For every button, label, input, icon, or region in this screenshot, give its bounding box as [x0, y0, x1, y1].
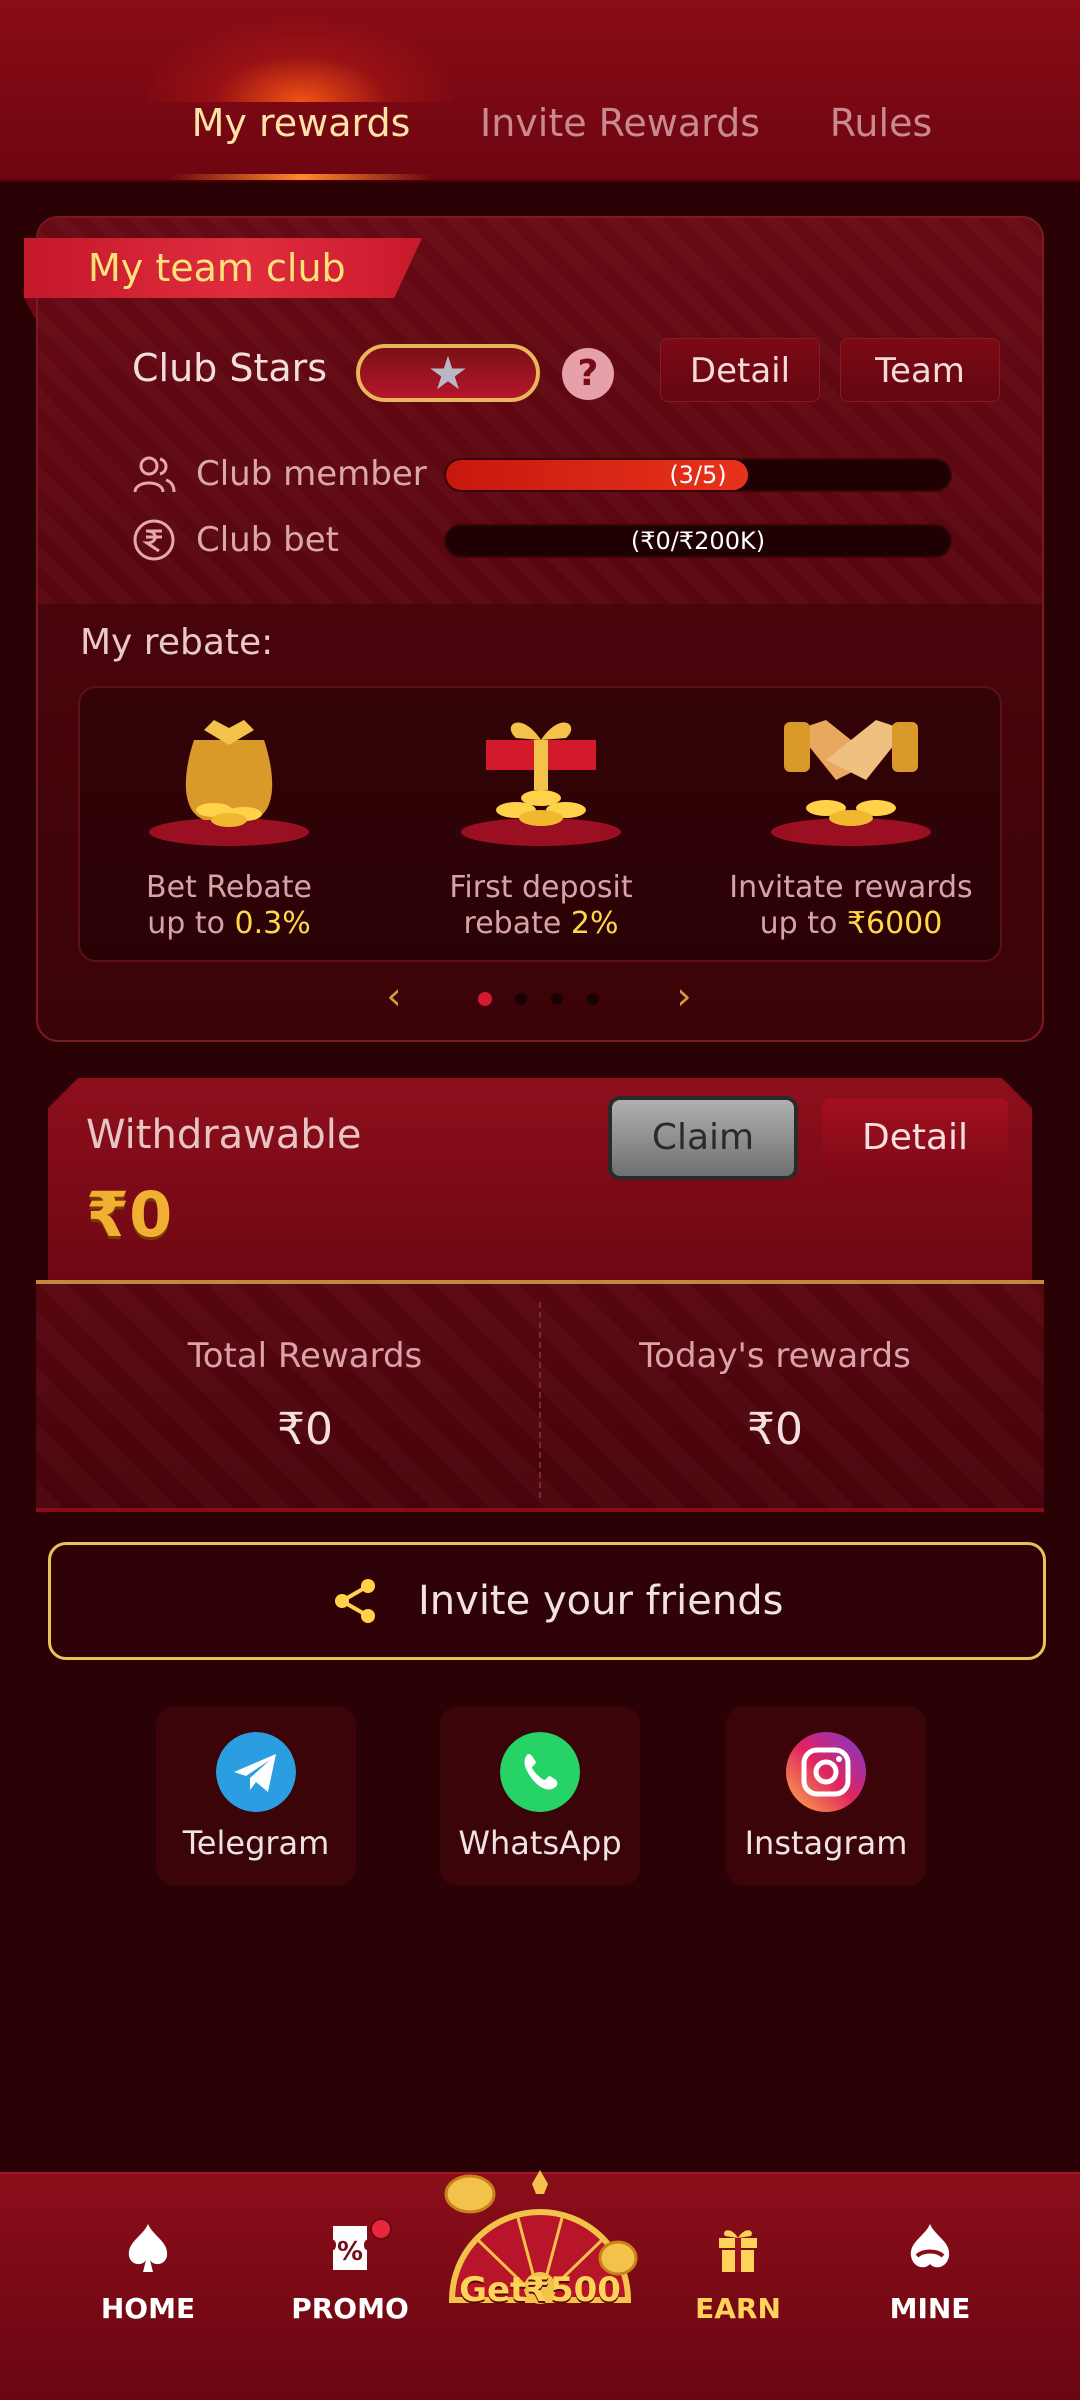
- club-detail-button[interactable]: Detail: [660, 338, 820, 402]
- rebate-text-invite: Invitate rewards up to ₹6000: [729, 870, 973, 941]
- reward-tabs: My rewards Invite Rewards Rules: [0, 80, 1080, 180]
- club-title: My team club: [88, 246, 346, 290]
- withdraw-detail-button[interactable]: Detail: [822, 1098, 1008, 1178]
- carousel-dot-4[interactable]: [586, 992, 600, 1006]
- nav-promo[interactable]: % PROMO: [270, 2220, 430, 2340]
- share-instagram[interactable]: Instagram: [726, 1706, 926, 1886]
- whatsapp-icon: [500, 1732, 580, 1812]
- total-rewards-value: ₹0: [277, 1404, 333, 1455]
- club-team-button[interactable]: Team: [840, 338, 1000, 402]
- instagram-label: Instagram: [744, 1824, 908, 1862]
- club-bet-progress: (₹0/₹200K): [444, 524, 952, 558]
- carousel-dot-2[interactable]: [514, 992, 528, 1006]
- rebate-item-bet[interactable]: Bet Rebate up to 0.3%: [84, 688, 374, 964]
- whatsapp-label: WhatsApp: [458, 1824, 622, 1862]
- club-member-label: Club member: [196, 454, 427, 494]
- todays-rewards-label: Today's rewards: [639, 1336, 911, 1376]
- nav-earn-label: EARN: [695, 2292, 781, 2325]
- claim-button[interactable]: Claim: [608, 1096, 798, 1180]
- wheel-reward-label[interactable]: Get₹500: [444, 2270, 636, 2310]
- carousel-next-arrow[interactable]: ›: [666, 974, 702, 1018]
- club-member-progress: (3/5): [444, 458, 952, 492]
- rupee-icon: [133, 519, 175, 561]
- carousel-prev-arrow[interactable]: ‹: [376, 974, 412, 1018]
- club-banner-fold: [24, 298, 36, 320]
- promo-ticket-icon: %: [333, 2226, 367, 2270]
- promo-notification-dot: [370, 2218, 392, 2240]
- club-bet-progress-text: (₹0/₹200K): [630, 527, 766, 555]
- rebate-item-first-deposit[interactable]: First deposit rebate 2%: [396, 688, 686, 964]
- nav-mine[interactable]: MINE: [850, 2220, 1010, 2340]
- todays-rewards-value: ₹0: [747, 1404, 803, 1455]
- club-member-progress-text: (3/5): [669, 461, 727, 489]
- nav-earn[interactable]: EARN: [658, 2220, 818, 2340]
- instagram-icon: [786, 1732, 866, 1812]
- coin-bag-icon: [149, 720, 309, 846]
- help-icon[interactable]: ?: [562, 348, 614, 400]
- star-icon: ★: [427, 346, 469, 400]
- gift-box-icon: [461, 722, 621, 846]
- nav-promo-label: PROMO: [291, 2292, 409, 2325]
- withdrawable-label: Withdrawable: [86, 1112, 362, 1158]
- rebate-title: My rebate:: [80, 622, 274, 663]
- tab-my-rewards[interactable]: My rewards: [148, 80, 454, 180]
- tab-rules[interactable]: Rules: [786, 80, 976, 180]
- nav-mine-label: MINE: [889, 2292, 971, 2325]
- share-telegram[interactable]: Telegram: [156, 1706, 356, 1886]
- total-rewards-label: Total Rewards: [187, 1336, 423, 1376]
- rebate-item-invite[interactable]: Invitate rewards up to ₹6000: [706, 688, 996, 964]
- svg-text:%: %: [337, 2237, 363, 2267]
- handshake-coins-icon: [771, 720, 931, 846]
- share-whatsapp[interactable]: WhatsApp: [440, 1706, 640, 1886]
- club-stars-label: Club Stars: [132, 346, 328, 390]
- rewards-divider: [539, 1302, 541, 1498]
- carousel-dot-3[interactable]: [550, 992, 564, 1006]
- rebate-text-first-deposit: First deposit rebate 2%: [449, 870, 633, 941]
- members-icon: [133, 456, 176, 493]
- carousel-dot-1[interactable]: [478, 992, 492, 1006]
- rebate-text-bet: Bet Rebate up to 0.3%: [146, 870, 312, 941]
- withdrawable-amount: ₹0: [86, 1178, 173, 1251]
- spade-icon: [128, 2224, 168, 2272]
- active-tab-indicator: [170, 174, 432, 180]
- gift-icon: [719, 2230, 757, 2272]
- mine-profile-icon: [910, 2224, 950, 2268]
- telegram-label: Telegram: [182, 1824, 330, 1862]
- tab-invite-rewards[interactable]: Invite Rewards: [470, 80, 770, 180]
- club-bet-label: Club bet: [196, 520, 339, 560]
- invite-friends-label: Invite your friends: [418, 1578, 784, 1624]
- nav-home-label: HOME: [100, 2292, 196, 2325]
- telegram-icon: [216, 1732, 296, 1812]
- club-stars-badge: ★: [356, 344, 540, 402]
- rebate-carousel: Bet Rebate up to 0.3% First deposit reba…: [78, 686, 1002, 962]
- nav-home[interactable]: HOME: [68, 2220, 228, 2340]
- share-icon: [335, 1579, 375, 1623]
